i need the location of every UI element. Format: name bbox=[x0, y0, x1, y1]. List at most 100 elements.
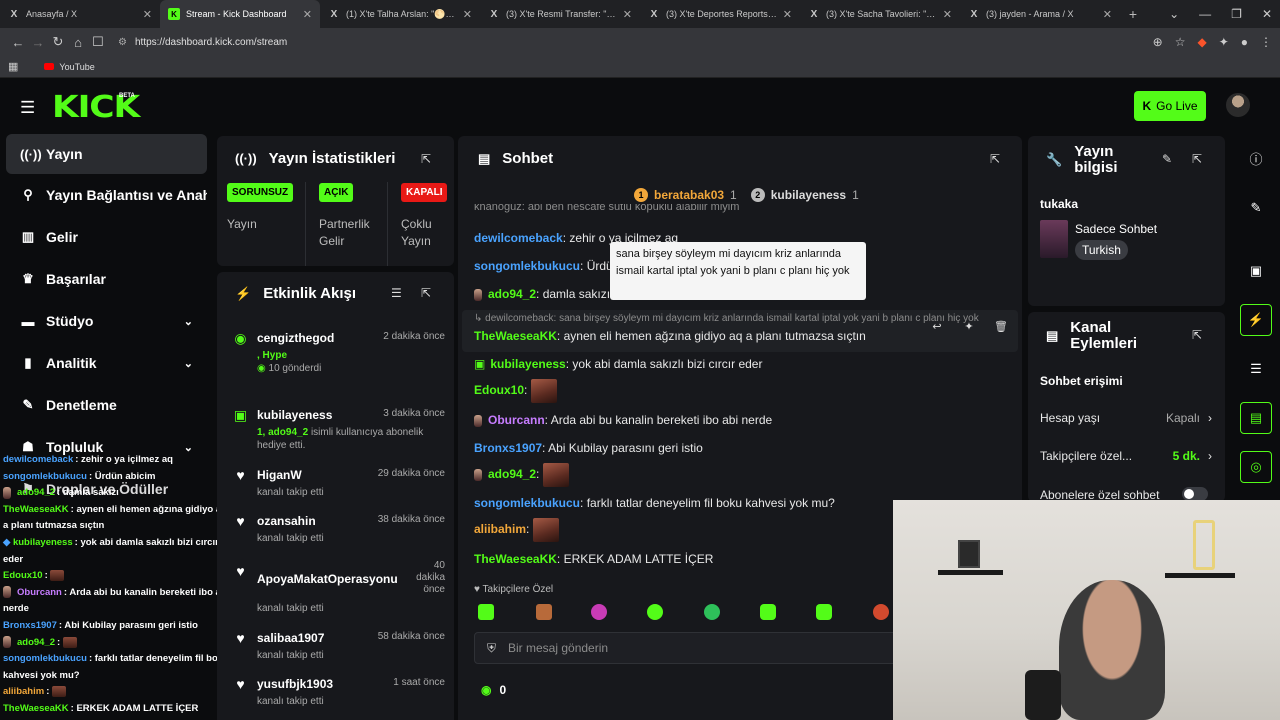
lightning-icon[interactable]: ⚡ bbox=[1240, 304, 1272, 336]
close-icon[interactable]: ✕ bbox=[143, 8, 152, 21]
chat-username[interactable]: Edoux10 bbox=[474, 383, 524, 397]
emote-button[interactable] bbox=[816, 604, 832, 620]
extensions-icon[interactable]: ✦ bbox=[1219, 35, 1229, 49]
bookmark-icon[interactable]: ☐ bbox=[88, 34, 108, 50]
activity-user[interactable]: ApoyaMakatOperasyonu bbox=[257, 572, 398, 586]
bookmark-youtube[interactable]: YouTube bbox=[59, 62, 94, 72]
close-window-icon[interactable]: ✕ bbox=[1262, 7, 1272, 21]
player-icon[interactable]: ▣ bbox=[1240, 255, 1272, 287]
chat-username[interactable]: ado94_2 bbox=[488, 287, 536, 301]
sidebar-item-stream-key[interactable]: ⚲ Yayın Bağlantısı ve Anahtarı bbox=[6, 175, 207, 215]
close-icon[interactable]: ✕ bbox=[303, 8, 312, 21]
activity-user[interactable]: kubilayeness bbox=[257, 408, 332, 422]
close-icon[interactable]: ✕ bbox=[623, 8, 632, 21]
browser-tab[interactable]: X (3) X'te Resmi Transfer: "Oyuncu: Ej ✕ bbox=[480, 0, 640, 28]
close-icon[interactable]: ✕ bbox=[783, 8, 792, 21]
popout-icon[interactable]: ⇱ bbox=[421, 286, 431, 300]
popout-icon[interactable]: ⇱ bbox=[990, 152, 1000, 166]
emote-button[interactable] bbox=[647, 604, 663, 620]
chat-username[interactable]: Oburcann bbox=[488, 413, 545, 427]
chat-username[interactable]: aliibahim bbox=[474, 522, 526, 536]
sidebar-item-denetleme[interactable]: ✎ Denetleme bbox=[6, 385, 207, 425]
popout-icon[interactable]: ⇱ bbox=[1192, 328, 1202, 342]
star-icon[interactable]: ☆ bbox=[1175, 35, 1186, 49]
browser-tab[interactable]: X Anasayfa / X ✕ bbox=[0, 0, 160, 28]
popout-icon[interactable]: ⇱ bbox=[1192, 152, 1202, 166]
chat-icon[interactable]: ▤ bbox=[1240, 402, 1272, 434]
sidebar-item-basarilar[interactable]: ♛ Başarılar bbox=[6, 259, 207, 299]
chat-username[interactable]: ado94_2 bbox=[488, 467, 536, 481]
info-icon[interactable]: ⓘ bbox=[1240, 142, 1272, 174]
popout-icon[interactable]: ⇱ bbox=[421, 152, 431, 166]
new-tab-button[interactable]: + bbox=[1120, 6, 1146, 22]
site-info-icon[interactable]: ⚙ bbox=[118, 37, 127, 48]
zoom-icon[interactable]: ⊕ bbox=[1153, 35, 1163, 49]
list-icon[interactable]: ☰ bbox=[1240, 353, 1272, 385]
subs-only-toggle[interactable] bbox=[1182, 487, 1208, 501]
activity-user[interactable]: HiganW bbox=[257, 468, 302, 482]
chat-access-row[interactable]: Hesap yaşı Kapalı › bbox=[1040, 411, 1212, 425]
sidebar-item-studyo[interactable]: ▬ Stüdyo ⌄ bbox=[6, 301, 207, 341]
overlay-chat-line: Oburcann: Arda abi bu kanalin bereketi i… bbox=[3, 586, 230, 615]
coin-balance[interactable]: ◉ 0 bbox=[481, 683, 506, 697]
url-input[interactable]: ⚙ https://dashboard.kick.com/stream bbox=[118, 32, 1143, 52]
chat-text: ERKEK ADAM LATTE İÇER bbox=[76, 702, 199, 714]
home-icon[interactable]: ⌂ bbox=[68, 35, 88, 50]
browser-tab-active[interactable]: K Stream - Kick Dashboard ✕ bbox=[160, 0, 320, 28]
close-icon[interactable]: ✕ bbox=[1103, 8, 1112, 21]
go-live-button[interactable]: K Go Live bbox=[1134, 91, 1206, 121]
emote-button[interactable] bbox=[536, 604, 552, 620]
activity-item: ♥ salibaa1907 58 dakika önce kanalı taki… bbox=[233, 631, 445, 667]
emote-button[interactable] bbox=[704, 604, 720, 620]
reload-icon[interactable]: ↻ bbox=[48, 34, 68, 50]
activity-user[interactable]: salibaa1907 bbox=[257, 631, 324, 645]
back-icon[interactable]: ← bbox=[8, 35, 28, 50]
sidebar-item-analitik[interactable]: ▮ Analitik ⌄ bbox=[6, 343, 207, 383]
brave-shield-icon[interactable]: ◆ bbox=[1197, 35, 1206, 49]
chat-username[interactable]: songomlekbukucu bbox=[474, 259, 580, 273]
emote-button[interactable] bbox=[591, 604, 607, 620]
emote-button[interactable] bbox=[760, 604, 776, 620]
chat-username[interactable]: TheWaeseaKK bbox=[474, 552, 557, 566]
chat-username[interactable]: Bronxs1907 bbox=[474, 441, 542, 455]
emote-button[interactable] bbox=[478, 604, 494, 620]
stream-category[interactable]: Sadece Sohbet bbox=[1075, 222, 1157, 236]
browser-tab[interactable]: X (3) jayden - Arama / X ✕ bbox=[960, 0, 1120, 28]
emote-button[interactable] bbox=[873, 604, 889, 620]
minimize-icon[interactable]: — bbox=[1199, 7, 1211, 21]
apps-icon[interactable]: ▦ bbox=[8, 60, 18, 73]
edit-icon[interactable]: ✎ bbox=[1162, 152, 1172, 166]
chat-input[interactable]: ⛨ Bir mesaj gönderin bbox=[474, 632, 904, 664]
chat-username[interactable]: songomlekbukucu bbox=[474, 496, 580, 510]
gifter-name[interactable]: beratabak03 bbox=[654, 188, 724, 202]
chat-access-row[interactable]: Takipçilere özel... 5 dk. › bbox=[1040, 449, 1212, 463]
activity-user[interactable]: cengizthegod bbox=[257, 331, 334, 345]
menu-icon[interactable]: ⋮ bbox=[1260, 35, 1272, 49]
close-icon[interactable]: ✕ bbox=[463, 8, 472, 21]
extension-icons: ⊕ ☆ ◆ ✦ ● ⋮ bbox=[1153, 35, 1272, 49]
chat-username[interactable]: kubilayeness bbox=[490, 357, 565, 371]
chat-username[interactable]: dewilcomeback bbox=[474, 231, 563, 245]
close-icon[interactable]: ✕ bbox=[943, 8, 952, 21]
broadcast-icon[interactable]: ◎ bbox=[1240, 451, 1272, 483]
chevron-down-icon[interactable]: ⌄ bbox=[1169, 7, 1179, 21]
gifter-name[interactable]: kubilayeness bbox=[771, 188, 846, 202]
filter-icon[interactable]: ☰ bbox=[391, 286, 402, 300]
user-avatar[interactable] bbox=[1226, 93, 1250, 117]
delete-icon[interactable]: 🗑 bbox=[992, 320, 1010, 333]
forward-icon[interactable]: → bbox=[28, 35, 48, 50]
browser-tab[interactable]: X (1) X'te Talha Arslan: "🌕🌕 ÖZE ✕ bbox=[320, 0, 480, 28]
activity-user[interactable]: yusufbjk1903 bbox=[257, 677, 333, 691]
hamburger-menu-icon[interactable]: ☰ bbox=[20, 98, 35, 118]
chat-username[interactable]: TheWaeseaKK bbox=[474, 329, 557, 343]
restore-icon[interactable]: ❐ bbox=[1231, 7, 1242, 21]
browser-tab[interactable]: X (3) X'te Sacha Tavolieri: "🌕🌕 E ✕ bbox=[800, 0, 960, 28]
activity-user[interactable]: ozansahin bbox=[257, 514, 316, 528]
sidebar-item-gelir[interactable]: ▥ Gelir bbox=[6, 217, 207, 257]
browser-tab[interactable]: X (3) X'te Deportes Reports: "Galatasa ✕ bbox=[640, 0, 800, 28]
edit-icon[interactable]: ✎ bbox=[1240, 192, 1272, 224]
pin-icon[interactable]: ✦ bbox=[960, 320, 978, 333]
sidebar-item-yayin[interactable]: ((·)) Yayın bbox=[6, 134, 207, 174]
profile-icon[interactable]: ● bbox=[1241, 35, 1248, 49]
reply-icon[interactable]: ↩ bbox=[928, 320, 946, 333]
